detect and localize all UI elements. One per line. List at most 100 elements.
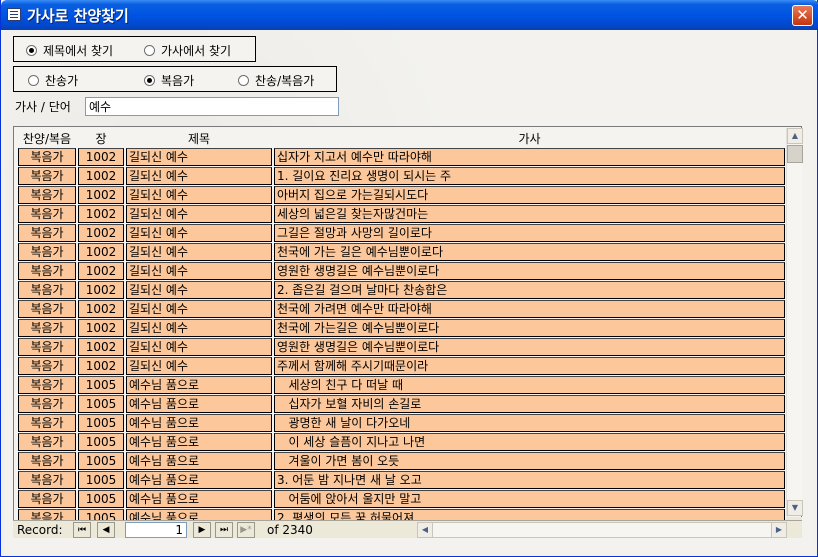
cell-lyrics[interactable]: 십자가 지고서 예수만 따라야해 (274, 148, 785, 166)
table-row[interactable]: 복음가 1002 길되신 예수 천국에 가려면 예수만 따라야해 (18, 299, 785, 318)
cell-lyrics[interactable]: 천국에 가려면 예수만 따라야해 (274, 300, 785, 318)
cell-lyrics[interactable]: 세상의 넓은길 찾는자많건마는 (274, 205, 785, 223)
cell-number[interactable]: 1005 (78, 490, 124, 508)
table-row[interactable]: 복음가 1005 예수님 품으로 광명한 새 날이 다가오네 (18, 413, 785, 432)
first-record-button[interactable]: ⏮ (73, 522, 91, 538)
cell-title[interactable]: 예수님 품으로 (126, 433, 272, 451)
cell-title[interactable]: 길되신 예수 (126, 338, 272, 356)
cell-lyrics[interactable]: 천국에 가는길은 예수님뿐이로다 (274, 319, 785, 337)
table-row[interactable]: 복음가 1002 길되신 예수 천국에 가는길은 예수님뿐이로다 (18, 318, 785, 337)
cell-number[interactable]: 1005 (78, 395, 124, 413)
cell-type[interactable]: 복음가 (18, 300, 76, 318)
table-row[interactable]: 복음가 1005 예수님 품으로 세상의 친구 다 떠날 때 (18, 375, 785, 394)
cell-lyrics[interactable]: 십자가 보혈 자비의 손길로 (274, 395, 785, 413)
cell-number[interactable]: 1002 (78, 148, 124, 166)
cell-type[interactable]: 복음가 (18, 186, 76, 204)
cell-number[interactable]: 1005 (78, 452, 124, 470)
table-row[interactable]: 복음가 1005 예수님 품으로 십자가 보혈 자비의 손길로 (18, 394, 785, 413)
cell-type[interactable]: 복음가 (18, 281, 76, 299)
next-record-button[interactable]: ▶ (193, 522, 211, 538)
cell-number[interactable]: 1005 (78, 433, 124, 451)
table-row[interactable]: 복음가 1002 길되신 예수 세상의 넓은길 찾는자많건마는 (18, 204, 785, 223)
cell-title[interactable]: 예수님 품으로 (126, 414, 272, 432)
cell-type[interactable]: 복음가 (18, 433, 76, 451)
cell-lyrics[interactable]: 1. 길이요 진리요 생명이 되시는 주 (274, 167, 785, 185)
table-row[interactable]: 복음가 1005 예수님 품으로 3. 어둔 밤 지나면 새 날 오고 (18, 470, 785, 489)
radio-search-lyrics[interactable]: 가사에서 찾기 (144, 42, 231, 59)
radio-hymn[interactable]: 찬송가 (28, 72, 78, 89)
cell-number[interactable]: 1002 (78, 186, 124, 204)
cell-type[interactable]: 복음가 (18, 205, 76, 223)
close-button[interactable]: ✕ (792, 5, 813, 26)
cell-type[interactable]: 복음가 (18, 376, 76, 394)
scroll-up-button[interactable]: ▲ (787, 128, 803, 144)
cell-type[interactable]: 복음가 (18, 490, 76, 508)
table-row[interactable]: 복음가 1002 길되신 예수 천국에 가는 길은 예수님뿐이로다 (18, 242, 785, 261)
cell-type[interactable]: 복음가 (18, 357, 76, 375)
table-row[interactable]: 복음가 1005 예수님 품으로 겨울이 가면 봄이 오듯 (18, 451, 785, 470)
cell-title[interactable]: 길되신 예수 (126, 167, 272, 185)
cell-number[interactable]: 1002 (78, 224, 124, 242)
cell-type[interactable]: 복음가 (18, 243, 76, 261)
scroll-down-button[interactable]: ▼ (787, 500, 803, 516)
table-row[interactable]: 복음가 1005 예수님 품으로 이 세상 슬픔이 지나고 나면 (18, 432, 785, 451)
cell-number[interactable]: 1002 (78, 338, 124, 356)
record-number-input[interactable]: 1 (125, 522, 187, 538)
cell-title[interactable]: 길되신 예수 (126, 243, 272, 261)
table-row[interactable]: 복음가 1002 길되신 예수 영원한 생명길은 예수님뿐이로다 (18, 337, 785, 356)
cell-type[interactable]: 복음가 (18, 395, 76, 413)
table-row[interactable]: 복음가 1002 길되신 예수 1. 길이요 진리요 생명이 되시는 주 (18, 166, 785, 185)
cell-lyrics[interactable]: 주께서 함께해 주시기때문이라 (274, 357, 785, 375)
cell-title[interactable]: 예수님 품으로 (126, 471, 272, 489)
cell-number[interactable]: 1002 (78, 319, 124, 337)
cell-number[interactable]: 1002 (78, 281, 124, 299)
table-row[interactable]: 복음가 1005 예수님 품으로 어둠에 앉아서 울지만 말고 (18, 489, 785, 508)
cell-number[interactable]: 1005 (78, 376, 124, 394)
cell-title[interactable]: 길되신 예수 (126, 186, 272, 204)
cell-type[interactable]: 복음가 (18, 224, 76, 242)
cell-type[interactable]: 복음가 (18, 148, 76, 166)
cell-title[interactable]: 길되신 예수 (126, 262, 272, 280)
cell-number[interactable]: 1002 (78, 357, 124, 375)
table-row[interactable]: 복음가 1002 길되신 예수 2. 좁은길 걸으며 날마다 찬송합은 (18, 280, 785, 299)
cell-title[interactable]: 길되신 예수 (126, 300, 272, 318)
prev-record-button[interactable]: ◀ (97, 522, 115, 538)
title-bar[interactable]: 가사로 찬양찾기 ✕ (1, 0, 818, 30)
cell-title[interactable]: 예수님 품으로 (126, 395, 272, 413)
cell-title[interactable]: 길되신 예수 (126, 205, 272, 223)
cell-number[interactable]: 1002 (78, 300, 124, 318)
cell-lyrics[interactable]: 2. 좁은길 걸으며 날마다 찬송합은 (274, 281, 785, 299)
table-row[interactable]: 복음가 1002 길되신 예수 십자가 지고서 예수만 따라야해 (18, 147, 785, 166)
scroll-thumb[interactable] (787, 145, 803, 163)
horizontal-scrollbar[interactable]: ◀ ▶ (417, 522, 787, 538)
cell-lyrics[interactable]: 영원한 생명길은 예수님뿐이로다 (274, 338, 785, 356)
cell-lyrics[interactable]: 이 세상 슬픔이 지나고 나면 (274, 433, 785, 451)
cell-type[interactable]: 복음가 (18, 167, 76, 185)
scroll-right-button[interactable]: ▶ (771, 522, 787, 538)
cell-title[interactable]: 길되신 예수 (126, 281, 272, 299)
cell-lyrics[interactable]: 광명한 새 날이 다가오네 (274, 414, 785, 432)
cell-number[interactable]: 1002 (78, 243, 124, 261)
cell-number[interactable]: 1002 (78, 205, 124, 223)
cell-lyrics[interactable]: 3. 어둔 밤 지나면 새 날 오고 (274, 471, 785, 489)
cell-title[interactable]: 길되신 예수 (126, 148, 272, 166)
table-row[interactable]: 복음가 1002 길되신 예수 아버지 집으로 가는길되시도다 (18, 185, 785, 204)
cell-lyrics[interactable]: 세상의 친구 다 떠날 때 (274, 376, 785, 394)
cell-type[interactable]: 복음가 (18, 452, 76, 470)
radio-gospel[interactable]: 복음가 (144, 72, 194, 89)
cell-title[interactable]: 예수님 품으로 (126, 376, 272, 394)
cell-type[interactable]: 복음가 (18, 414, 76, 432)
cell-lyrics[interactable]: 영원한 생명길은 예수님뿐이로다 (274, 262, 785, 280)
cell-title[interactable]: 예수님 품으로 (126, 490, 272, 508)
cell-lyrics[interactable]: 그길은 절망과 사망의 길이로다 (274, 224, 785, 242)
cell-lyrics[interactable]: 겨울이 가면 봄이 오듯 (274, 452, 785, 470)
cell-title[interactable]: 예수님 품으로 (126, 452, 272, 470)
cell-number[interactable]: 1002 (78, 262, 124, 280)
cell-number[interactable]: 1002 (78, 167, 124, 185)
last-record-button[interactable]: ⏭ (215, 522, 233, 538)
cell-lyrics[interactable]: 아버지 집으로 가는길되시도다 (274, 186, 785, 204)
cell-type[interactable]: 복음가 (18, 262, 76, 280)
cell-title[interactable]: 길되신 예수 (126, 319, 272, 337)
new-record-button[interactable]: ▶* (237, 522, 255, 538)
cell-title[interactable]: 길되신 예수 (126, 357, 272, 375)
